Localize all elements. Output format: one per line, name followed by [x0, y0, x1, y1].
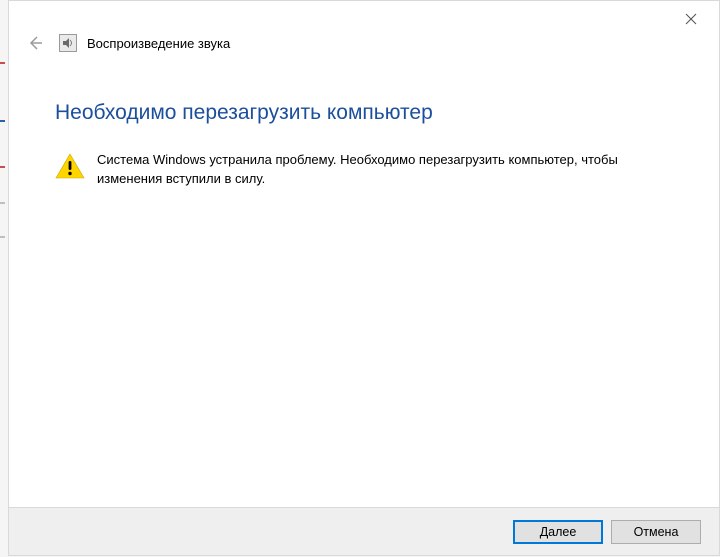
content-area: Необходимо перезагрузить компьютер Систе… — [55, 101, 679, 189]
message-row: Система Windows устранила проблему. Необ… — [55, 151, 679, 189]
message-text: Система Windows устранила проблему. Необ… — [97, 151, 679, 189]
footer: Далее Отмена — [9, 507, 719, 555]
window-title: Воспроизведение звука — [87, 36, 230, 51]
header: Воспроизведение звука — [23, 29, 705, 57]
edge-artifact — [0, 202, 5, 204]
sound-troubleshooter-icon — [59, 34, 77, 52]
edge-artifact — [0, 236, 5, 238]
edge-artifact — [0, 62, 5, 64]
back-arrow-icon — [27, 35, 43, 51]
edge-artifact — [0, 166, 5, 168]
edge-artifact — [0, 120, 5, 122]
close-icon — [685, 13, 697, 25]
cancel-button[interactable]: Отмена — [611, 520, 701, 544]
main-heading: Необходимо перезагрузить компьютер — [55, 101, 679, 125]
troubleshooter-window: Воспроизведение звука Необходимо перезаг… — [8, 0, 720, 556]
back-button[interactable] — [23, 31, 47, 55]
next-button[interactable]: Далее — [513, 520, 603, 544]
warning-icon — [55, 153, 85, 179]
